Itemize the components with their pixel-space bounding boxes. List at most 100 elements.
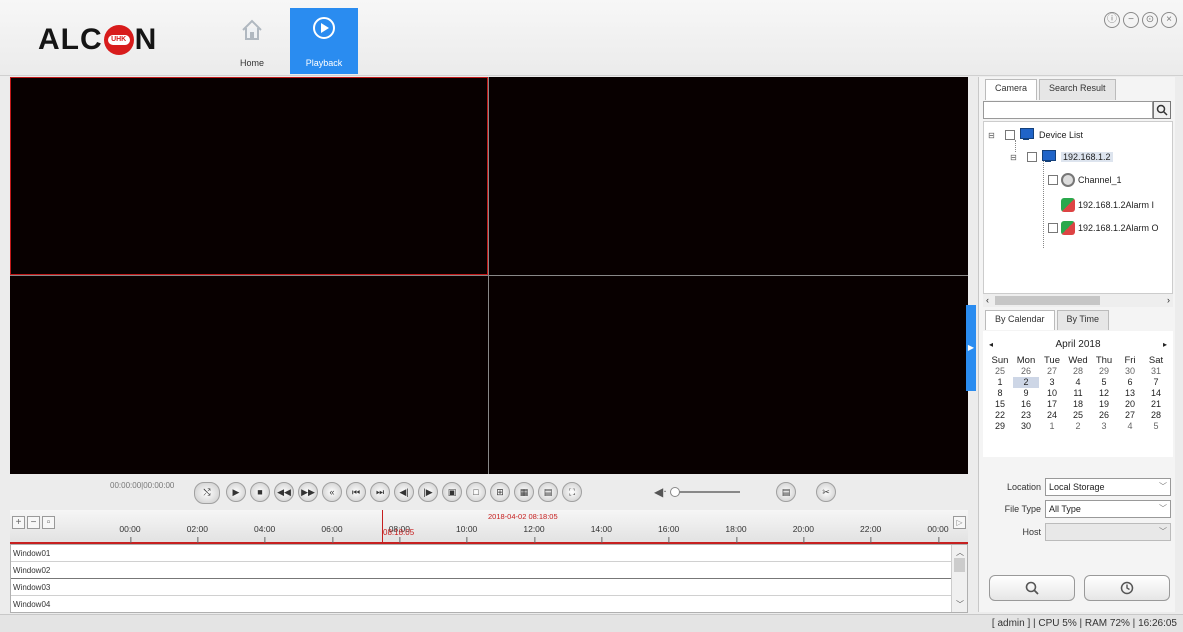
video-pane-3[interactable] — [10, 276, 488, 474]
frame-forward-icon[interactable]: |▶ — [418, 482, 438, 502]
snapshot-icon[interactable]: ▣ — [442, 482, 462, 502]
volume-slider-knob[interactable] — [670, 487, 681, 497]
search-input[interactable] — [983, 101, 1153, 119]
calendar-day[interactable]: 2 — [1013, 377, 1039, 388]
calendar-day[interactable]: 10 — [1039, 388, 1065, 399]
window-row[interactable]: Window03 — [11, 579, 951, 596]
search-button[interactable] — [1153, 101, 1171, 119]
nav-playback-button[interactable]: Playback — [290, 8, 358, 74]
calendar-day[interactable]: 23 — [1013, 410, 1039, 421]
zoom-out-icon[interactable]: − — [27, 516, 40, 529]
calendar-day[interactable]: 24 — [1039, 410, 1065, 421]
tree-checkbox[interactable] — [1048, 175, 1058, 185]
tree-node-device-list[interactable]: ⊟ Device List — [988, 125, 1083, 145]
calendar-day[interactable]: 19 — [1091, 399, 1117, 410]
speed-up-icon[interactable]: ▶▶ — [298, 482, 318, 502]
calendar-day[interactable]: 11 — [1065, 388, 1091, 399]
scroll-left-icon[interactable]: ‹ — [986, 294, 989, 307]
video-pane-1[interactable] — [10, 77, 488, 275]
tab-by-calendar[interactable]: By Calendar — [985, 310, 1055, 330]
calendar-day[interactable]: 5 — [1143, 421, 1169, 432]
scroll-down-icon[interactable]: ﹀ — [956, 599, 964, 610]
next-file-icon[interactable]: ⏭ — [370, 482, 390, 502]
calendar-day[interactable]: 3 — [1039, 377, 1065, 388]
rewind-icon[interactable]: « — [322, 482, 342, 502]
calendar-day[interactable]: 12 — [1091, 388, 1117, 399]
timeline-cursor[interactable] — [382, 510, 383, 544]
tree-checkbox[interactable] — [1005, 130, 1015, 140]
window-row[interactable]: Window01 — [11, 545, 951, 562]
calendar-day[interactable]: 26 — [1091, 410, 1117, 421]
file-type-select[interactable]: All Type ﹀ — [1045, 500, 1171, 518]
calendar-day[interactable]: 1 — [987, 377, 1013, 388]
calendar-day[interactable]: 7 — [1143, 377, 1169, 388]
restore-icon[interactable]: ⊙ — [1142, 12, 1158, 28]
calendar-day[interactable]: 18 — [1065, 399, 1091, 410]
calendar-day[interactable]: 29 — [987, 421, 1013, 432]
search-records-button[interactable] — [989, 575, 1075, 601]
calendar-day[interactable]: 4 — [1065, 377, 1091, 388]
window-row[interactable]: Window02 — [11, 562, 951, 579]
scrollbar-thumb[interactable] — [995, 296, 1100, 305]
timeline-scroll-icon[interactable]: ▷ — [953, 516, 966, 529]
layout-4-icon[interactable]: ⊞ — [490, 482, 510, 502]
tree-node-device[interactable]: ⊟ 192.168.1.2 — [1010, 147, 1113, 167]
host-select[interactable]: ﹀ — [1045, 523, 1171, 541]
tab-search-result[interactable]: Search Result — [1039, 79, 1116, 100]
tree-horizontal-scrollbar[interactable]: ‹ › — [983, 293, 1173, 307]
calendar-day[interactable]: 2 — [1065, 421, 1091, 432]
calendar-day[interactable]: 20 — [1117, 399, 1143, 410]
volume-slider[interactable] — [670, 487, 740, 497]
calendar-day[interactable]: 3 — [1091, 421, 1117, 432]
scrollbar-thumb[interactable] — [954, 558, 965, 572]
calendar-day[interactable]: 31 — [1143, 366, 1169, 377]
frame-back-icon[interactable]: ◀| — [394, 482, 414, 502]
calendar-day[interactable]: 25 — [987, 366, 1013, 377]
window-list-scrollbar[interactable]: ︿ ﹀ — [951, 545, 967, 612]
minimize-icon[interactable]: − — [1123, 12, 1139, 28]
time-search-button[interactable] — [1084, 575, 1170, 601]
timeline[interactable]: + − ▫ 00:00 02:00 04:00 06:00 08:00 10:00 12:0… — [10, 510, 968, 544]
tree-checkbox[interactable] — [1027, 152, 1037, 162]
scroll-right-icon[interactable]: › — [1167, 294, 1170, 307]
calendar-day[interactable]: 15 — [987, 399, 1013, 410]
location-select[interactable]: Local Storage ﹀ — [1045, 478, 1171, 496]
tree-node-alarm-in[interactable]: 192.168.1.2Alarm I — [1048, 195, 1154, 215]
scroll-up-icon[interactable]: ︿ — [956, 547, 964, 558]
calendar-day[interactable]: 28 — [1143, 410, 1169, 421]
calendar-day[interactable]: 6 — [1117, 377, 1143, 388]
close-icon[interactable]: × — [1161, 12, 1177, 28]
calendar-day[interactable]: 17 — [1039, 399, 1065, 410]
prev-month-button[interactable]: ◂ — [989, 337, 993, 353]
video-pane-4[interactable] — [489, 276, 968, 474]
zoom-reset-icon[interactable]: ▫ — [42, 516, 55, 529]
play-icon[interactable]: ▶ — [226, 482, 246, 502]
calendar-day[interactable]: 29 — [1091, 366, 1117, 377]
calendar-day[interactable]: 25 — [1065, 410, 1091, 421]
collapse-panel-button[interactable]: ▶ — [966, 305, 976, 391]
calendar-day[interactable]: 27 — [1117, 410, 1143, 421]
calendar-day[interactable]: 27 — [1039, 366, 1065, 377]
calendar-day[interactable]: 30 — [1117, 366, 1143, 377]
cut-icon[interactable]: ✂ — [816, 482, 836, 502]
zoom-in-icon[interactable]: + — [12, 516, 25, 529]
slow-down-icon[interactable]: ◀◀ — [274, 482, 294, 502]
save-clip-icon[interactable]: ▤ — [776, 482, 796, 502]
calendar-day[interactable]: 1 — [1039, 421, 1065, 432]
calendar-day[interactable]: 28 — [1065, 366, 1091, 377]
calendar-day[interactable]: 8 — [987, 388, 1013, 399]
layout-1-icon[interactable]: □ — [466, 482, 486, 502]
stop-icon[interactable]: ■ — [250, 482, 270, 502]
video-pane-2[interactable] — [489, 77, 968, 275]
calendar-day[interactable]: 21 — [1143, 399, 1169, 410]
calendar-day[interactable]: 16 — [1013, 399, 1039, 410]
info-icon[interactable]: ⓘ — [1104, 12, 1120, 28]
calendar-day[interactable]: 30 — [1013, 421, 1039, 432]
fullscreen-icon[interactable]: ⛶ — [562, 482, 582, 502]
layout-16-icon[interactable]: ▤ — [538, 482, 558, 502]
calendar-day[interactable]: 26 — [1013, 366, 1039, 377]
layout-9-icon[interactable]: ▦ — [514, 482, 534, 502]
collapse-icon[interactable]: ⊟ — [1010, 153, 1024, 162]
calendar-day[interactable]: 13 — [1117, 388, 1143, 399]
calendar-day[interactable]: 4 — [1117, 421, 1143, 432]
